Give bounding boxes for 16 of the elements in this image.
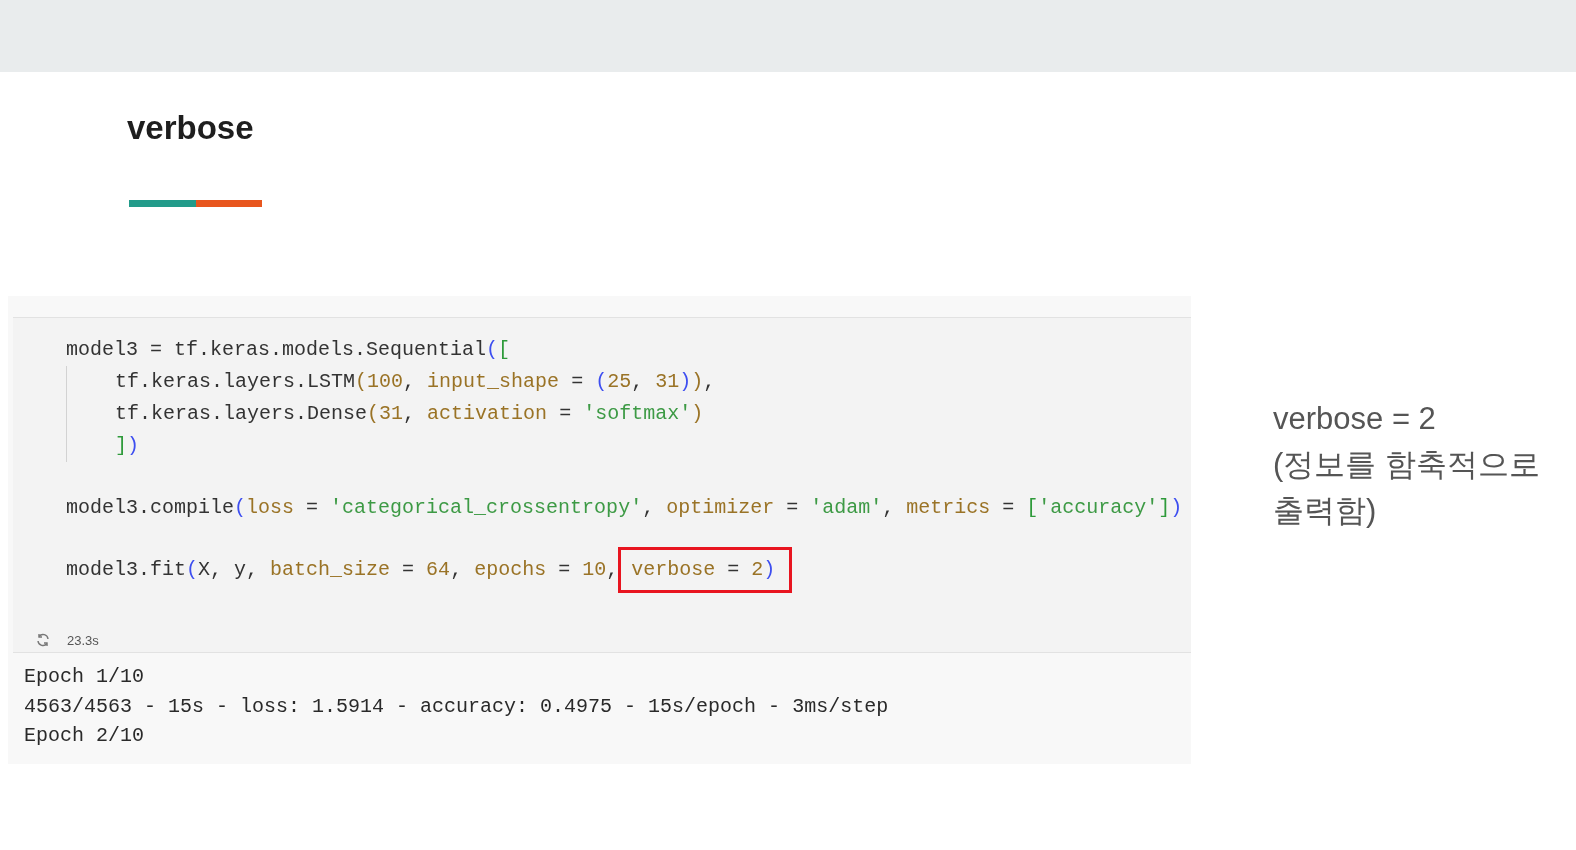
note-text: 출력함)	[1273, 492, 1378, 530]
code-line: tf.keras.layers.LSTM(100, input_shape = (25, 31)),	[115, 369, 716, 395]
output-line: Epoch 1/10	[24, 664, 145, 690]
code-line: model3.fit(X, y, batch_size = 64, epochs = 10,	[66, 557, 619, 583]
slide-title: verbose	[127, 108, 254, 148]
output-line: 4563/4563 - 15s - loss: 1.5914 - accuracy: 0.4975 - 15s/epoch - 3ms/step	[24, 693, 889, 720]
output-line: Epoch 2/10	[24, 723, 145, 749]
refresh-icon	[35, 632, 51, 648]
code-line: model3 = tf.keras.models.Sequential([	[66, 337, 511, 363]
code-line: ])	[115, 433, 140, 459]
highlight-box: verbose = 2)	[618, 547, 793, 593]
code-line: model3.compile(loss = 'categorical_crossentropy', optimizer = 'adam', metrics = ['accuracy'])	[66, 495, 1183, 521]
note-text: (정보를 함축적으로	[1273, 446, 1540, 484]
run-time: 23.3s	[67, 632, 99, 648]
code-line: tf.keras.layers.Dense(31, activation = 'softmax')	[115, 401, 704, 427]
note-text: verbose = 2	[1273, 400, 1437, 438]
